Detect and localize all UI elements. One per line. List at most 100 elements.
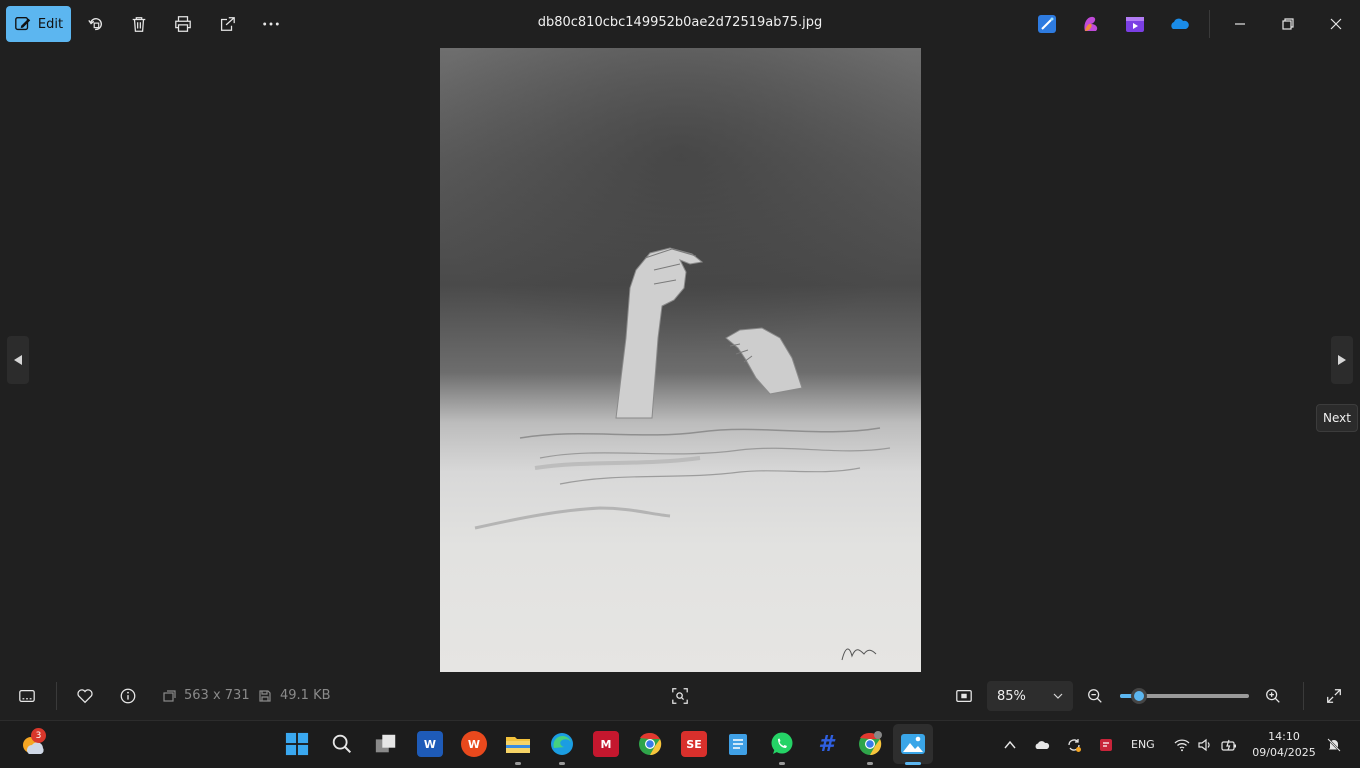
file-explorer-app[interactable]: [505, 731, 531, 757]
minimize-icon: [1235, 23, 1245, 25]
delete-button[interactable]: [127, 12, 151, 36]
running-indicator: [515, 762, 521, 765]
notepad-icon: [729, 734, 747, 755]
fullscreen-button[interactable]: [1324, 686, 1344, 706]
whatsapp-app[interactable]: [769, 731, 795, 757]
wps-office-app[interactable]: W: [461, 731, 487, 757]
mendeley-app[interactable]: M: [593, 731, 619, 757]
cloud-icon: [1035, 741, 1050, 749]
photo-canvas[interactable]: [440, 48, 921, 672]
separator: [1209, 10, 1210, 38]
sync-tray-button[interactable]: [1064, 735, 1084, 755]
whatsapp-icon: [771, 732, 793, 754]
restore-icon: [1282, 18, 1294, 30]
wps-icon: W: [467, 737, 481, 751]
share-button[interactable]: [215, 12, 239, 36]
hash-icon: #: [818, 731, 834, 757]
word-app[interactable]: W: [417, 731, 443, 757]
network-button[interactable]: [1172, 735, 1192, 755]
show-hidden-icons-button[interactable]: [1000, 735, 1020, 755]
edge-app[interactable]: [549, 731, 575, 757]
next-arrow-icon: [1338, 355, 1346, 365]
battery-button[interactable]: [1219, 735, 1239, 755]
previous-arrow-icon: [14, 355, 22, 365]
filmstrip-button[interactable]: [17, 686, 37, 706]
taskbar: 3 W W M SE # ENG 14:10 09/04/2025: [0, 720, 1360, 768]
zoom-in-button[interactable]: [1263, 686, 1283, 706]
chrome-profile-app[interactable]: [857, 731, 883, 757]
zoom-dropdown[interactable]: 85%: [987, 681, 1073, 711]
antivirus-tray-button[interactable]: [1096, 735, 1116, 755]
task-view-button[interactable]: [373, 731, 399, 757]
chrome-app[interactable]: [637, 731, 663, 757]
mendeley-icon: M: [600, 737, 612, 751]
photos-app[interactable]: [893, 724, 933, 764]
notepad-app[interactable]: [725, 731, 751, 757]
favorite-button[interactable]: [75, 686, 95, 706]
edit-button-label: Edit: [37, 16, 64, 32]
share-icon: [220, 17, 235, 31]
se-app[interactable]: SE: [681, 731, 707, 757]
restore-button[interactable]: [1273, 10, 1303, 38]
more-options-button[interactable]: [259, 12, 283, 36]
close-button[interactable]: [1321, 10, 1351, 38]
notification-bell-icon: [1327, 738, 1341, 752]
clock-time: 14:10: [1268, 730, 1300, 743]
next-tooltip: Next: [1316, 404, 1358, 432]
chrome-icon: [859, 731, 882, 756]
filmstrip-icon: [19, 689, 35, 703]
chevron-up-icon: [1004, 740, 1016, 749]
next-button[interactable]: [1331, 336, 1353, 384]
separator: [56, 682, 57, 710]
zoom-value: 85%: [997, 688, 1026, 704]
file-title: db80c810cbc149952b0ae2d72519ab75.jpg: [537, 15, 823, 30]
copilot-app-icon[interactable]: [1081, 14, 1101, 34]
volume-button[interactable]: [1195, 735, 1215, 755]
zoom-out-button[interactable]: [1085, 686, 1105, 706]
zoom-slider-thumb[interactable]: [1131, 688, 1147, 704]
info-icon: [120, 688, 136, 704]
notifications-button[interactable]: [1324, 735, 1344, 755]
wifi-icon: [1174, 739, 1190, 752]
print-button[interactable]: [171, 12, 195, 36]
zoom-out-icon: [1088, 689, 1102, 703]
designer-app-icon[interactable]: [1037, 14, 1057, 34]
search-button[interactable]: [329, 731, 355, 757]
top-toolbar: Edit db80c810cbc149952b0ae2d72519ab75.jp…: [0, 0, 1360, 48]
task-view-icon: [375, 734, 396, 753]
ellipsis-icon: [263, 22, 279, 26]
printer-icon: [175, 16, 191, 32]
photos-icon: [901, 734, 925, 754]
actual-size-button[interactable]: [954, 686, 974, 706]
zoom-in-icon: [1266, 689, 1280, 703]
active-indicator: [905, 762, 921, 765]
bottom-bar: 563 x 731 49.1 KB 85%: [0, 672, 1360, 720]
edit-button[interactable]: Edit: [6, 6, 71, 42]
language-indicator[interactable]: ENG: [1131, 738, 1155, 751]
clock[interactable]: 14:10 09/04/2025: [1252, 729, 1316, 761]
fit-screen-icon: [956, 689, 972, 703]
se-icon: SE: [686, 737, 702, 751]
calculator-app[interactable]: #: [813, 731, 839, 757]
search-icon: [332, 734, 352, 754]
folder-icon: [506, 737, 530, 753]
onedrive-app-icon[interactable]: [1169, 14, 1189, 34]
previous-button[interactable]: [7, 336, 29, 384]
expand-icon: [1327, 689, 1341, 703]
speaker-icon: [1198, 738, 1210, 752]
file-info-button[interactable]: [118, 686, 138, 706]
zoom-slider[interactable]: [1120, 688, 1249, 704]
chevron-down-icon: [1053, 693, 1063, 699]
minimize-button[interactable]: [1225, 10, 1255, 38]
start-button[interactable]: [284, 731, 310, 757]
visual-search-icon: [672, 688, 688, 704]
clock-date: 09/04/2025: [1252, 746, 1316, 759]
chrome-icon: [639, 732, 662, 756]
visual-search-button[interactable]: [670, 686, 690, 706]
onedrive-tray-button[interactable]: [1032, 735, 1052, 755]
separator: [1303, 682, 1304, 710]
windows-icon: [285, 732, 309, 756]
rotate-button[interactable]: [84, 12, 108, 36]
rotate-icon: [88, 17, 102, 31]
clipchamp-app-icon[interactable]: [1125, 14, 1145, 34]
